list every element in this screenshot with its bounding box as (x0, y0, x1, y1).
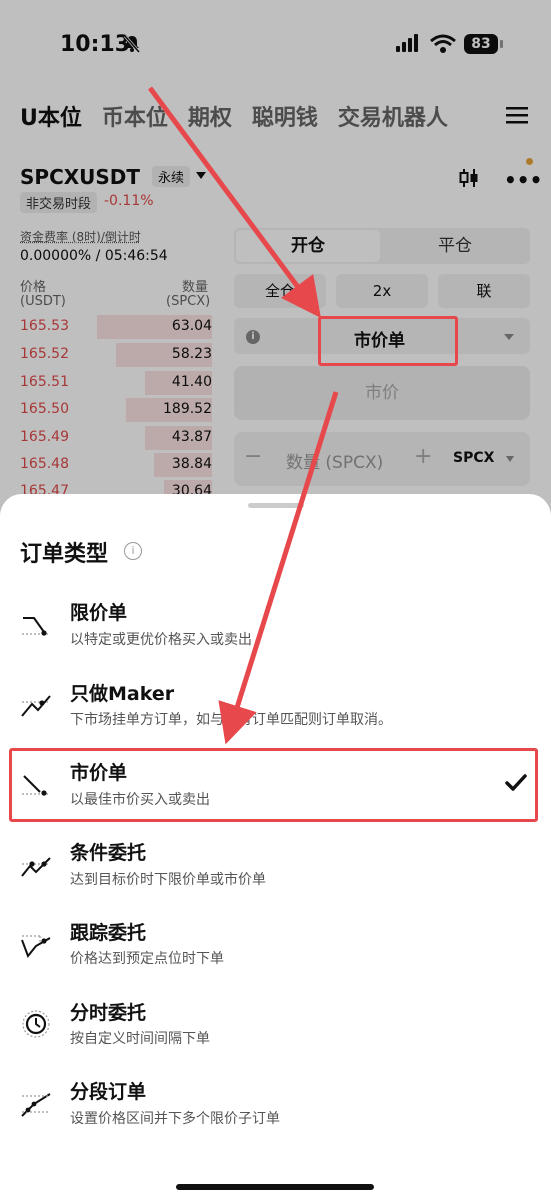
scaled-order-icon (21, 1093, 51, 1117)
option-trailing-desc: 价格达到预定点位时下单 (70, 951, 224, 967)
option-twap-desc: 按自定义时间间隔下单 (70, 1031, 210, 1047)
clock-icon (22, 1010, 50, 1038)
maker-only-icon (21, 695, 51, 717)
option-maker-desc: 下市场挂单方订单，如与现有订单匹配则订单取消。 (70, 712, 392, 728)
sheet-grabber[interactable] (248, 503, 304, 508)
option-trailing-title[interactable]: 跟踪委托 (70, 918, 146, 945)
trailing-order-icon (21, 935, 51, 958)
option-twap-title[interactable]: 分时委托 (70, 998, 146, 1025)
option-conditional-title[interactable]: 条件委托 (70, 838, 146, 865)
conditional-order-icon (21, 857, 51, 877)
option-limit-desc: 以特定或更优价格买入或卖出 (70, 632, 252, 648)
annotation-highlight-box (318, 316, 458, 366)
selected-option-highlight (9, 748, 538, 822)
info-icon[interactable]: i (124, 542, 142, 560)
option-scaled-desc: 设置价格区间并下多个限价子订单 (70, 1111, 280, 1127)
limit-order-icon (22, 617, 50, 636)
sheet-title: 订单类型 (20, 542, 109, 567)
home-indicator (176, 1184, 374, 1190)
option-scaled-title[interactable]: 分段订单 (70, 1077, 146, 1104)
option-conditional-desc: 达到目标价时下限价单或市价单 (70, 872, 266, 888)
option-limit-title[interactable]: 限价单 (70, 598, 127, 625)
option-maker-title[interactable]: 只做Maker (70, 679, 174, 706)
